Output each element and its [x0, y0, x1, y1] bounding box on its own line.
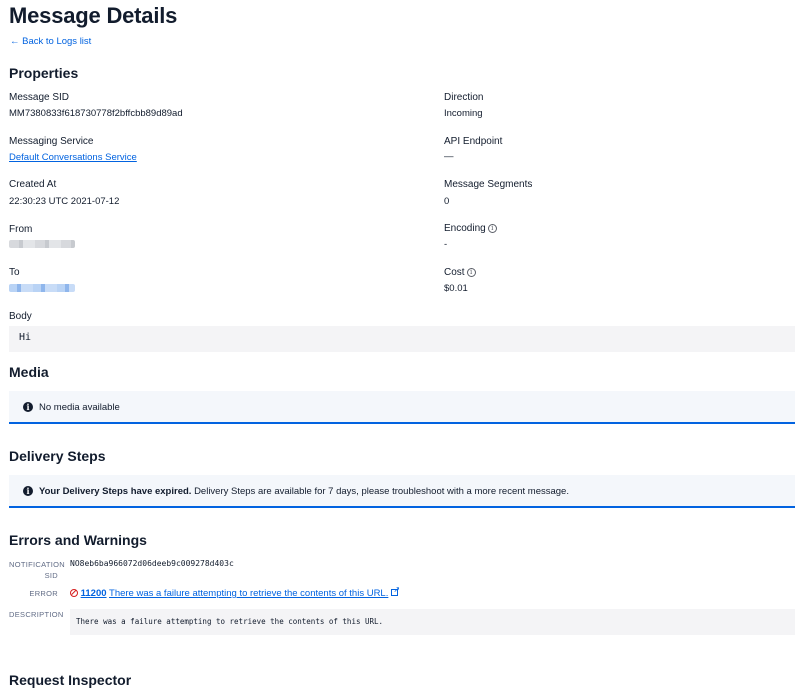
page-title: Message Details [9, 3, 178, 28]
cost-value: $0.01 [444, 283, 468, 294]
properties-heading: Properties [9, 65, 79, 81]
error-text-link[interactable]: There was a failure attempting to retrie… [109, 588, 388, 599]
cost-tooltip-icon[interactable]: i [466, 268, 476, 277]
encoding-value: - [444, 239, 448, 250]
description-box: There was a failure attempting to retrie… [70, 609, 795, 635]
back-to-logs-link[interactable]: ← Back to Logs list [10, 36, 91, 47]
cost-label-group: Cost i [444, 267, 476, 278]
message-sid-value: MM7380833f618730778f2bffcbb89d89ad [9, 108, 183, 119]
delivery-steps-heading: Delivery Steps [9, 448, 106, 464]
errors-heading: Errors and Warnings [9, 532, 147, 548]
to-value-redacted[interactable] [9, 284, 75, 292]
cost-label: Cost [444, 267, 465, 278]
created-at-value: 22:30:23 UTC 2021-07-12 [9, 196, 120, 207]
direction-label: Direction [444, 92, 484, 103]
info-icon: i [23, 402, 33, 412]
delivery-steps-notice-body: Delivery Steps are available for 7 days,… [194, 486, 569, 497]
encoding-label-group: Encoding i [444, 223, 497, 234]
description-label: DESCRIPTION [9, 610, 64, 619]
message-sid-label: Message SID [9, 92, 70, 103]
body-value: Hi [19, 332, 32, 343]
error-row: 11200 There was a failure attempting to … [70, 585, 400, 599]
delivery-steps-notice-text: Your Delivery Steps have expired. Delive… [39, 486, 569, 497]
message-segments-value: 0 [444, 196, 450, 207]
delivery-steps-notice: i Your Delivery Steps have expired. Deli… [9, 475, 795, 508]
description-value: There was a failure attempting to retrie… [76, 617, 384, 626]
error-code-link[interactable]: 11200 [81, 588, 107, 599]
from-label: From [9, 224, 33, 235]
external-link-icon[interactable] [391, 585, 400, 596]
media-notice-text: No media available [39, 402, 120, 413]
media-heading: Media [9, 364, 49, 380]
encoding-tooltip-icon[interactable]: i [487, 224, 497, 233]
request-inspector-heading: Request Inspector [9, 672, 132, 688]
encoding-label: Encoding [444, 223, 486, 234]
messaging-service-link[interactable]: Default Conversations Service [9, 152, 137, 163]
created-at-label: Created At [9, 179, 57, 190]
notification-sid-label: NOTIFICATION SID [9, 559, 65, 581]
body-box: Hi [9, 326, 795, 352]
direction-value: Incoming [444, 108, 483, 119]
error-label: ERROR [29, 589, 58, 598]
info-icon: i [23, 486, 33, 496]
messaging-service-label: Messaging Service [9, 136, 94, 147]
error-ban-icon [70, 588, 78, 597]
api-endpoint-value: — [444, 151, 454, 162]
notification-sid-value: NO8eb6ba966072d06deeb9c009278d403c [70, 559, 234, 568]
media-notice: i No media available [9, 391, 795, 424]
body-label: Body [9, 311, 32, 322]
delivery-steps-notice-bold: Your Delivery Steps have expired. [39, 486, 192, 497]
notification-sid-label-line-2: SID [44, 571, 58, 580]
api-endpoint-label: API Endpoint [444, 136, 503, 147]
notification-sid-label-line-1: NOTIFICATION [9, 560, 65, 569]
to-label: To [9, 267, 20, 278]
message-segments-label: Message Segments [444, 179, 533, 190]
from-value-redacted [9, 240, 75, 248]
